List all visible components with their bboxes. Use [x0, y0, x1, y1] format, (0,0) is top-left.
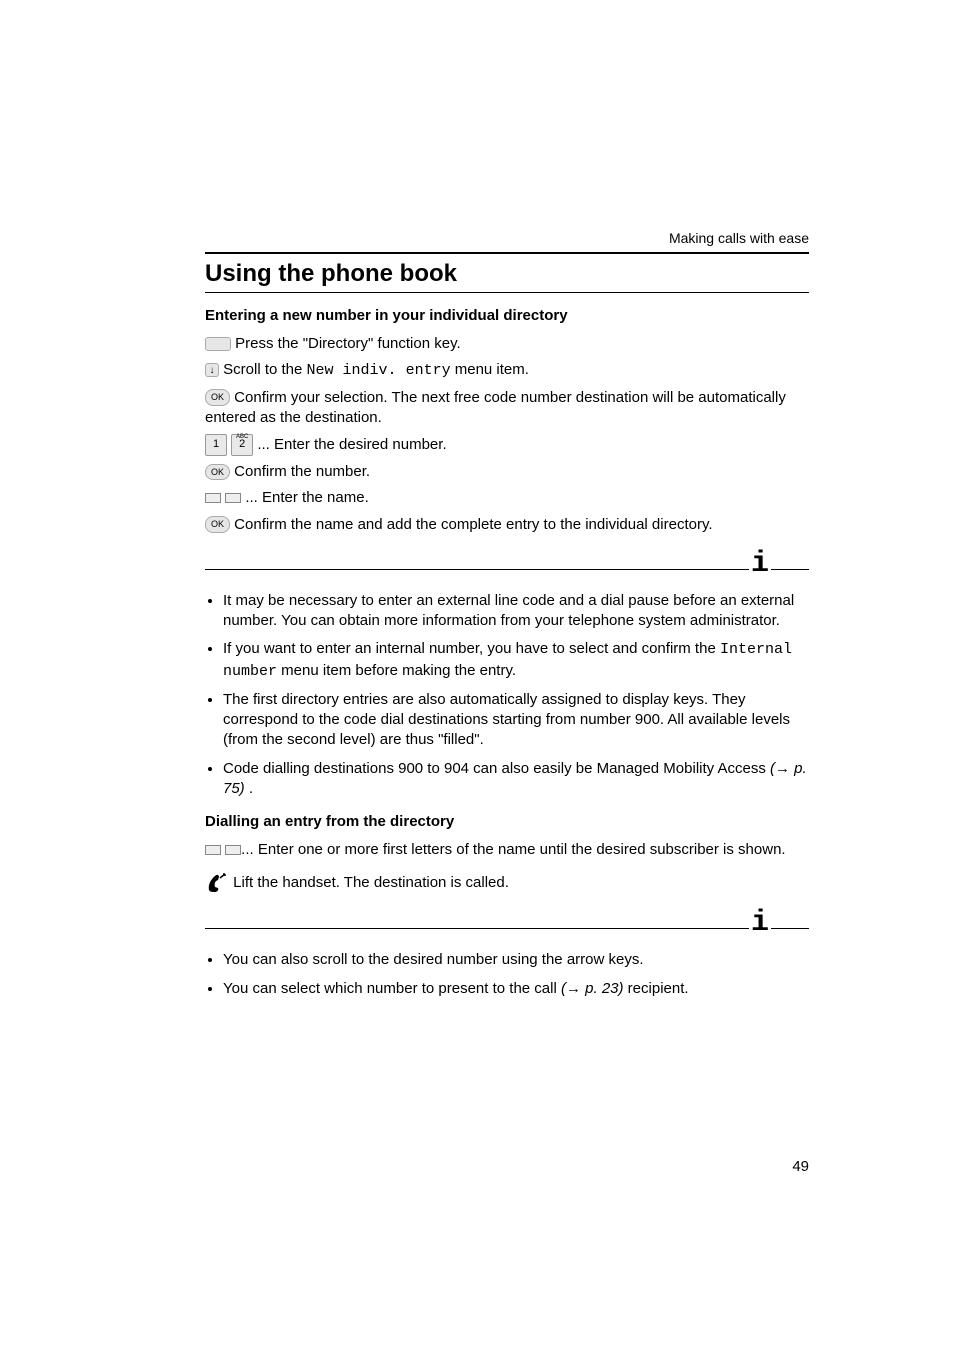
- keypad-2-icon: ABC2: [231, 434, 253, 456]
- step-press-directory: Press the "Directory" function key.: [205, 334, 809, 354]
- note-divider: i: [205, 553, 809, 577]
- info-icon: i: [749, 549, 771, 579]
- alpha-key-icon: [205, 493, 221, 503]
- note-divider: i: [205, 912, 809, 936]
- note-item: If you want to enter an internal number,…: [223, 639, 809, 682]
- note-item: You can select which number to present t…: [223, 979, 809, 999]
- note-text: .: [245, 780, 253, 797]
- step-enter-name: ... Enter the name.: [205, 488, 809, 508]
- step-text: ... Enter the desired number.: [253, 436, 446, 453]
- notes-list-1: It may be necessary to enter an external…: [205, 591, 809, 799]
- note-text: Code dialling destinations 900 to 904 ca…: [223, 760, 770, 777]
- subheading-entering: Entering a new number in your individual…: [205, 307, 809, 324]
- step-text: ... Enter the name.: [241, 489, 369, 506]
- step-text: ... Enter one or more first letters of t…: [241, 841, 785, 858]
- step-confirm-name: OK Confirm the name and add the complete…: [205, 515, 809, 535]
- info-icon: i: [749, 908, 771, 938]
- function-key-icon: [205, 337, 231, 351]
- notes-list-2: You can also scroll to the desired numbe…: [205, 950, 809, 999]
- title-rule-top: [205, 252, 809, 254]
- keypad-1-icon: 1: [205, 434, 227, 456]
- step-enter-letters: ... Enter one or more first letters of t…: [205, 840, 809, 860]
- page-number: 49: [792, 1158, 809, 1175]
- menu-item-mono: New indiv. entry: [307, 362, 451, 379]
- step-text: Lift the handset. The destination is cal…: [229, 874, 509, 891]
- cross-reference: (→ p. 23): [561, 980, 624, 997]
- alpha-key-icon: [205, 845, 221, 855]
- step-text: Scroll to the: [219, 361, 307, 378]
- step-text: Confirm your selection. The next free co…: [205, 389, 786, 426]
- note-text: menu item before making the entry.: [277, 662, 516, 679]
- note-text: You can select which number to present t…: [223, 980, 561, 997]
- running-header: Making calls with ease: [205, 230, 809, 246]
- step-text: Confirm the number.: [230, 463, 370, 480]
- step-lift-handset: Lift the handset. The destination is cal…: [205, 872, 809, 894]
- alpha-key-icon: [225, 493, 241, 503]
- step-text: Confirm the name and add the complete en…: [230, 516, 712, 533]
- note-text: recipient.: [624, 980, 689, 997]
- alpha-key-icon: [225, 845, 241, 855]
- step-text: menu item.: [451, 361, 529, 378]
- step-confirm-number: OK Confirm the number.: [205, 462, 809, 482]
- ok-button-icon: OK: [205, 389, 230, 405]
- title-rule-bottom: [205, 292, 809, 293]
- subheading-dialling: Dialling an entry from the directory: [205, 813, 809, 830]
- step-confirm-selection: OK Confirm your selection. The next free…: [205, 388, 809, 429]
- step-enter-number: 1 ABC2 ... Enter the desired number.: [205, 434, 809, 456]
- ok-button-icon: OK: [205, 516, 230, 532]
- handset-icon: [205, 872, 229, 894]
- note-text: If you want to enter an internal number,…: [223, 640, 720, 657]
- note-item: It may be necessary to enter an external…: [223, 591, 809, 632]
- ok-button-icon: OK: [205, 464, 230, 480]
- down-arrow-icon: ↓: [205, 363, 219, 377]
- note-item: The first directory entries are also aut…: [223, 690, 809, 751]
- step-text: Press the "Directory" function key.: [231, 335, 461, 352]
- note-item: You can also scroll to the desired numbe…: [223, 950, 809, 970]
- page-title: Using the phone book: [205, 256, 809, 292]
- step-scroll-menu: ↓ Scroll to the New indiv. entry menu it…: [205, 360, 809, 381]
- note-item: Code dialling destinations 900 to 904 ca…: [223, 759, 809, 800]
